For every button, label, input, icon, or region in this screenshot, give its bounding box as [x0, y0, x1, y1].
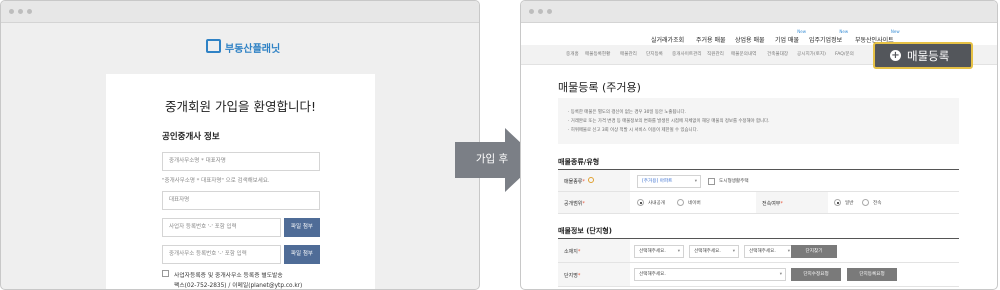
notice-line: · 허위매물로 신고 3회 이상 적발 시 서비스 이용이 제한될 수 있습니다…: [568, 128, 699, 133]
district-select[interactable]: 선택해주세요. ▾: [744, 245, 794, 258]
find-complex-button[interactable]: 단지찾기: [791, 245, 837, 258]
section-title-complex: 매물정보 (단지형): [558, 227, 612, 235]
office-reg-attach-button[interactable]: 파일 첨부: [284, 245, 320, 264]
new-badge: New: [839, 29, 849, 34]
window-dot: [9, 9, 14, 14]
subnav-item[interactable]: FAQ/문의: [835, 51, 854, 57]
subnav-item[interactable]: 매물등록현황: [585, 51, 610, 57]
nav-item-transactions[interactable]: 실거래가조회: [651, 35, 684, 44]
dashboard-window: 실거래가조회 주거용 매물 상업용 매물 기업 매물 New 입주기업정보 New …: [520, 0, 998, 290]
window-dot: [529, 9, 534, 14]
complex-edit-request-button[interactable]: 단지수정요청: [791, 268, 841, 281]
window-dot: [547, 9, 552, 14]
register-listing-button[interactable]: + 매물등록: [873, 42, 973, 69]
brand-logo[interactable]: 부동산플래닛: [206, 39, 316, 55]
chevron-down-icon: ▾: [694, 179, 697, 184]
biz-reg-attach-button[interactable]: 파일 첨부: [284, 218, 320, 237]
window-dot: [27, 9, 32, 14]
disclosure-naver-label: 네이버: [688, 201, 701, 206]
subnav-item[interactable]: 중개홈: [566, 51, 579, 57]
complex-label: 단지명*: [564, 273, 581, 279]
subnav-item[interactable]: 공시지가(토지): [797, 51, 826, 57]
disclosure-label: 공개범위*: [564, 201, 585, 207]
subnav-item[interactable]: 단지등록: [646, 51, 663, 57]
location-label: 소재지*: [564, 249, 581, 255]
window-dot: [538, 9, 543, 14]
office-reg-number-input[interactable]: 중개사무소 등록번호 '-' 포함 입력: [162, 245, 281, 264]
subnav-item[interactable]: 중개사이트관리: [672, 51, 702, 57]
lease-exclusive-label: 전속: [873, 201, 882, 206]
consent-text-2: 팩스(02-752-2835) / 이메일(planet@ytp.co.kr): [174, 283, 303, 289]
section-title-type: 매물종류/유형: [558, 158, 600, 166]
chevron-down-icon: ▾: [677, 249, 680, 254]
biz-reg-number-input[interactable]: 사업자 등록번호 '-' 포함 입력: [162, 218, 281, 237]
urban-housing-label: 도시형생활주택: [719, 179, 749, 184]
consent-text-1: 사업자등록증 및 중개사무소 등록증 별도발송: [174, 273, 283, 279]
page-title: 매물등록 (주거용): [558, 81, 641, 94]
urban-housing-checkbox[interactable]: [708, 178, 715, 185]
complex-select[interactable]: 선택해주세요. ▾: [634, 268, 786, 281]
disclosure-label-cell: 공개범위*: [558, 192, 630, 214]
complex-label-cell: 단지명*: [558, 263, 630, 287]
office-name-hint: "중개사무소명 * 대표자명" 으로 검색해보세요.: [162, 178, 270, 184]
type-label: 매물종류*: [564, 179, 585, 185]
notice-line: · 거래완료 또는 가격 변경 등 매물정보의 변화를 발생된 시점에 지체없이…: [568, 119, 770, 124]
disclosure-internal-label: 사내공개: [648, 201, 665, 206]
section-title: 공인중개사 정보: [162, 132, 220, 142]
complex-register-request-button[interactable]: 단지등록요청: [847, 268, 897, 281]
chevron-down-icon: ▾: [779, 272, 782, 277]
city-select[interactable]: 선택해주세요. ▾: [689, 245, 739, 258]
subnav-item[interactable]: 직원관리: [707, 51, 724, 57]
after-signup-label: 가입 후: [475, 153, 509, 165]
signup-window: 부동산플래닛 중개회원 가입을 환영합니다! 공인중개사 정보 중개사무소명 *…: [0, 0, 480, 290]
subnav-item[interactable]: 건축물대장: [767, 51, 788, 57]
location-label-cell: 소재지*: [558, 239, 630, 263]
lease-label: 전속여부*: [762, 201, 783, 207]
nav-item-commercial[interactable]: 상업용 매물: [735, 35, 765, 44]
signup-card: 중개회원 가입을 환영합니다! 공인중개사 정보 중개사무소명 * 대표자명 "…: [106, 74, 375, 289]
notice-line: · 등록한 매물은 별도의 갱신이 없는 경우 30일 동안 노출됩니다.: [568, 110, 686, 115]
disclosure-naver-radio[interactable]: [677, 199, 684, 206]
nav-item-residential[interactable]: 주거용 매물: [696, 35, 726, 44]
province-select[interactable]: 선택해주세요. ▾: [634, 245, 684, 258]
chevron-down-icon: ▾: [732, 249, 735, 254]
logo-text: 부동산플래닛: [225, 44, 281, 55]
page-title: 중개회원 가입을 환영합니다!: [165, 99, 316, 114]
notice-box: · 등록한 매물은 별도의 갱신이 없는 경우 30일 동안 노출됩니다. · …: [558, 98, 959, 144]
rep-name-input[interactable]: 대표자명: [162, 191, 320, 210]
chevron-down-icon: ▾: [787, 249, 790, 254]
lease-exclusive-radio[interactable]: [862, 199, 869, 206]
window-titlebar: [521, 1, 997, 23]
subnav-item[interactable]: 매물관리: [620, 51, 637, 57]
window-titlebar: [1, 1, 479, 23]
nav-item-corporate[interactable]: 기업 매물 New: [775, 29, 806, 44]
new-badge: New: [797, 29, 806, 34]
window-dot: [18, 9, 23, 14]
property-type-select[interactable]: [주거용] 아파트 ▾: [637, 175, 701, 188]
help-icon[interactable]: [588, 177, 594, 183]
lease-general-label: 일반: [845, 201, 854, 206]
nav-item-tenant-info[interactable]: 입주기업정보 New: [809, 29, 848, 44]
type-label-cell: 매물종류*: [558, 170, 630, 192]
register-listing-label: 매물등록: [907, 49, 950, 63]
lease-general-radio[interactable]: [834, 199, 841, 206]
house-icon: [206, 39, 221, 53]
office-name-input[interactable]: 중개사무소명 * 대표자명: [162, 152, 320, 171]
disclosure-internal-radio[interactable]: [637, 199, 644, 206]
lease-label-cell: 전속여부*: [756, 192, 828, 214]
plus-icon: +: [890, 50, 901, 61]
subnav-item[interactable]: 매물문의내역: [731, 51, 756, 57]
new-badge: New: [890, 29, 900, 34]
separate-send-checkbox[interactable]: [162, 270, 169, 277]
